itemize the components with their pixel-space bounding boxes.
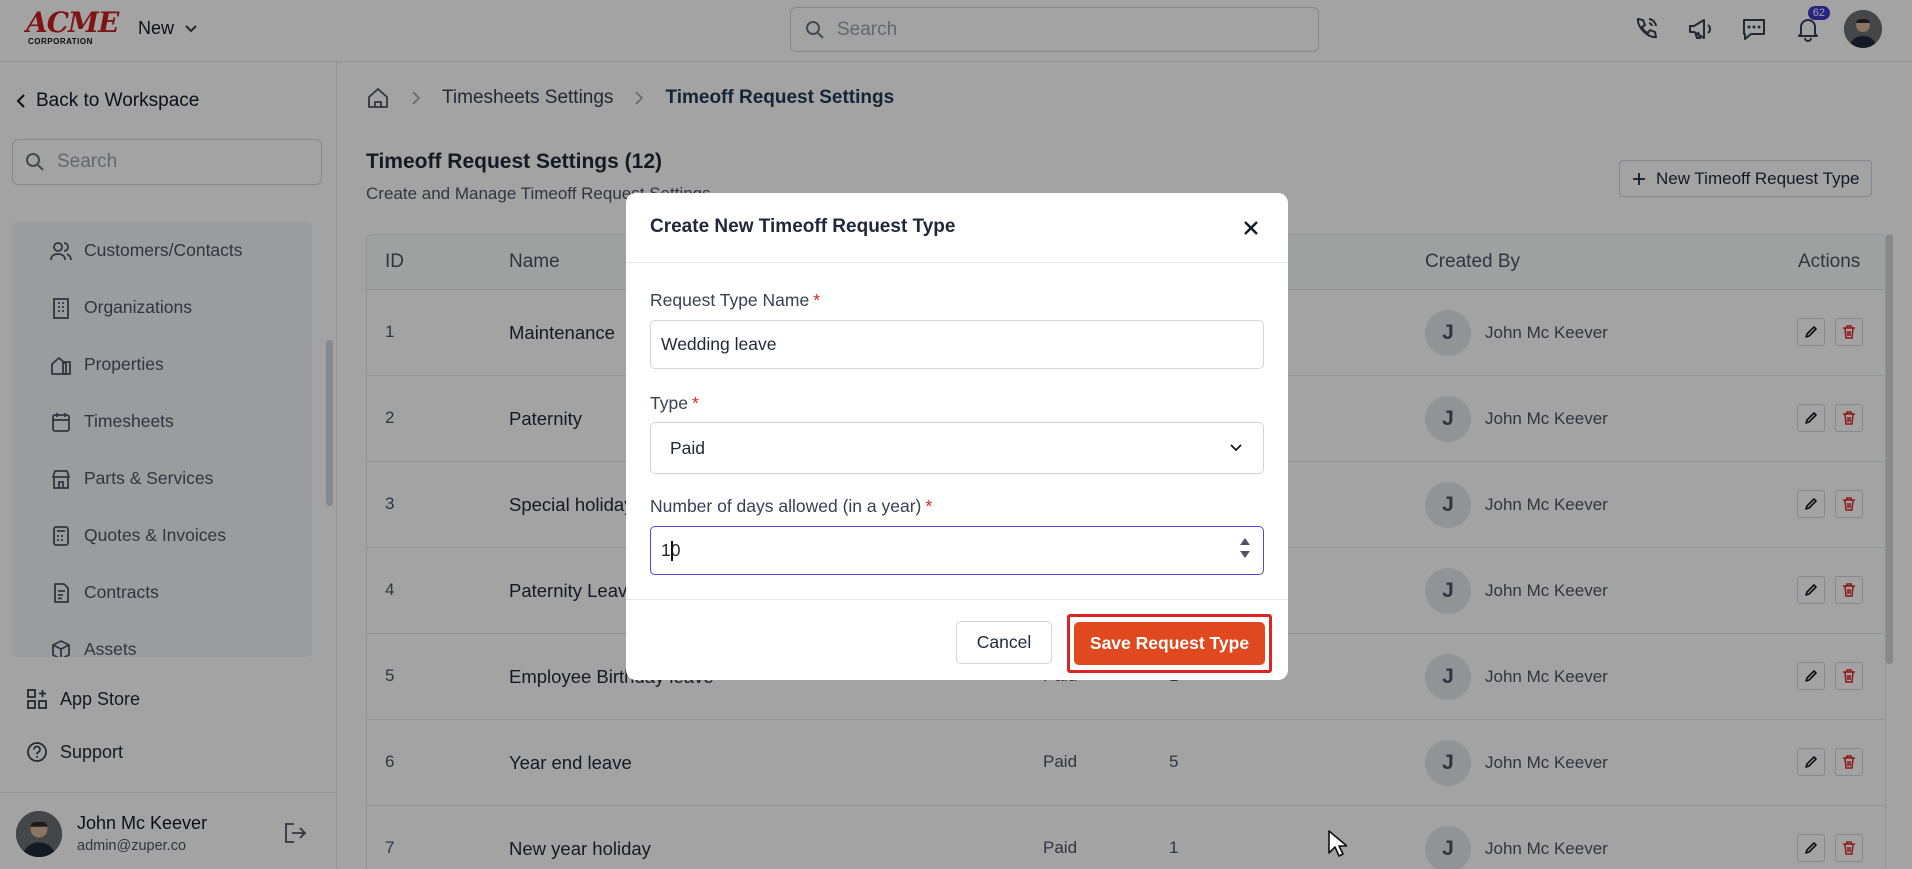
days-allowed-input[interactable]: 10 xyxy=(650,526,1264,575)
required-mark: * xyxy=(925,496,933,516)
days-allowed-label: Number of days allowed (in a year) * xyxy=(650,496,932,517)
cancel-button[interactable]: Cancel xyxy=(956,621,1052,664)
save-button-highlight: Save Request Type xyxy=(1067,614,1272,673)
modal-close-button[interactable] xyxy=(1238,215,1264,241)
modal-footer: Cancel Save Request Type xyxy=(626,599,1288,680)
required-mark: * xyxy=(691,393,699,413)
type-select[interactable]: Paid xyxy=(650,422,1264,474)
required-mark: * xyxy=(813,290,821,310)
stepper-down-icon[interactable] xyxy=(1239,550,1251,559)
text-caret xyxy=(671,541,673,561)
number-stepper[interactable] xyxy=(1239,537,1251,559)
close-icon xyxy=(1244,221,1258,235)
save-request-type-button[interactable]: Save Request Type xyxy=(1074,622,1265,665)
days-allowed-label-text: Number of days allowed (in a year) xyxy=(650,496,922,516)
stepper-up-icon[interactable] xyxy=(1239,537,1251,546)
type-select-value: Paid xyxy=(670,437,706,458)
create-timeoff-type-modal: Create New Timeoff Request Type Request … xyxy=(626,193,1288,680)
request-type-name-value: Wedding leave xyxy=(661,334,777,354)
request-type-name-input[interactable]: Wedding leave xyxy=(650,320,1264,369)
type-label-text: Type xyxy=(650,393,688,413)
type-label: Type * xyxy=(650,393,699,414)
modal-title: Create New Timeoff Request Type xyxy=(650,216,956,237)
modal-header: Create New Timeoff Request Type xyxy=(626,193,1288,263)
request-type-name-label: Request Type Name * xyxy=(650,290,820,311)
mouse-cursor-icon xyxy=(1328,830,1347,857)
chevron-down-icon xyxy=(1230,444,1242,452)
request-type-name-label-text: Request Type Name xyxy=(650,290,810,310)
